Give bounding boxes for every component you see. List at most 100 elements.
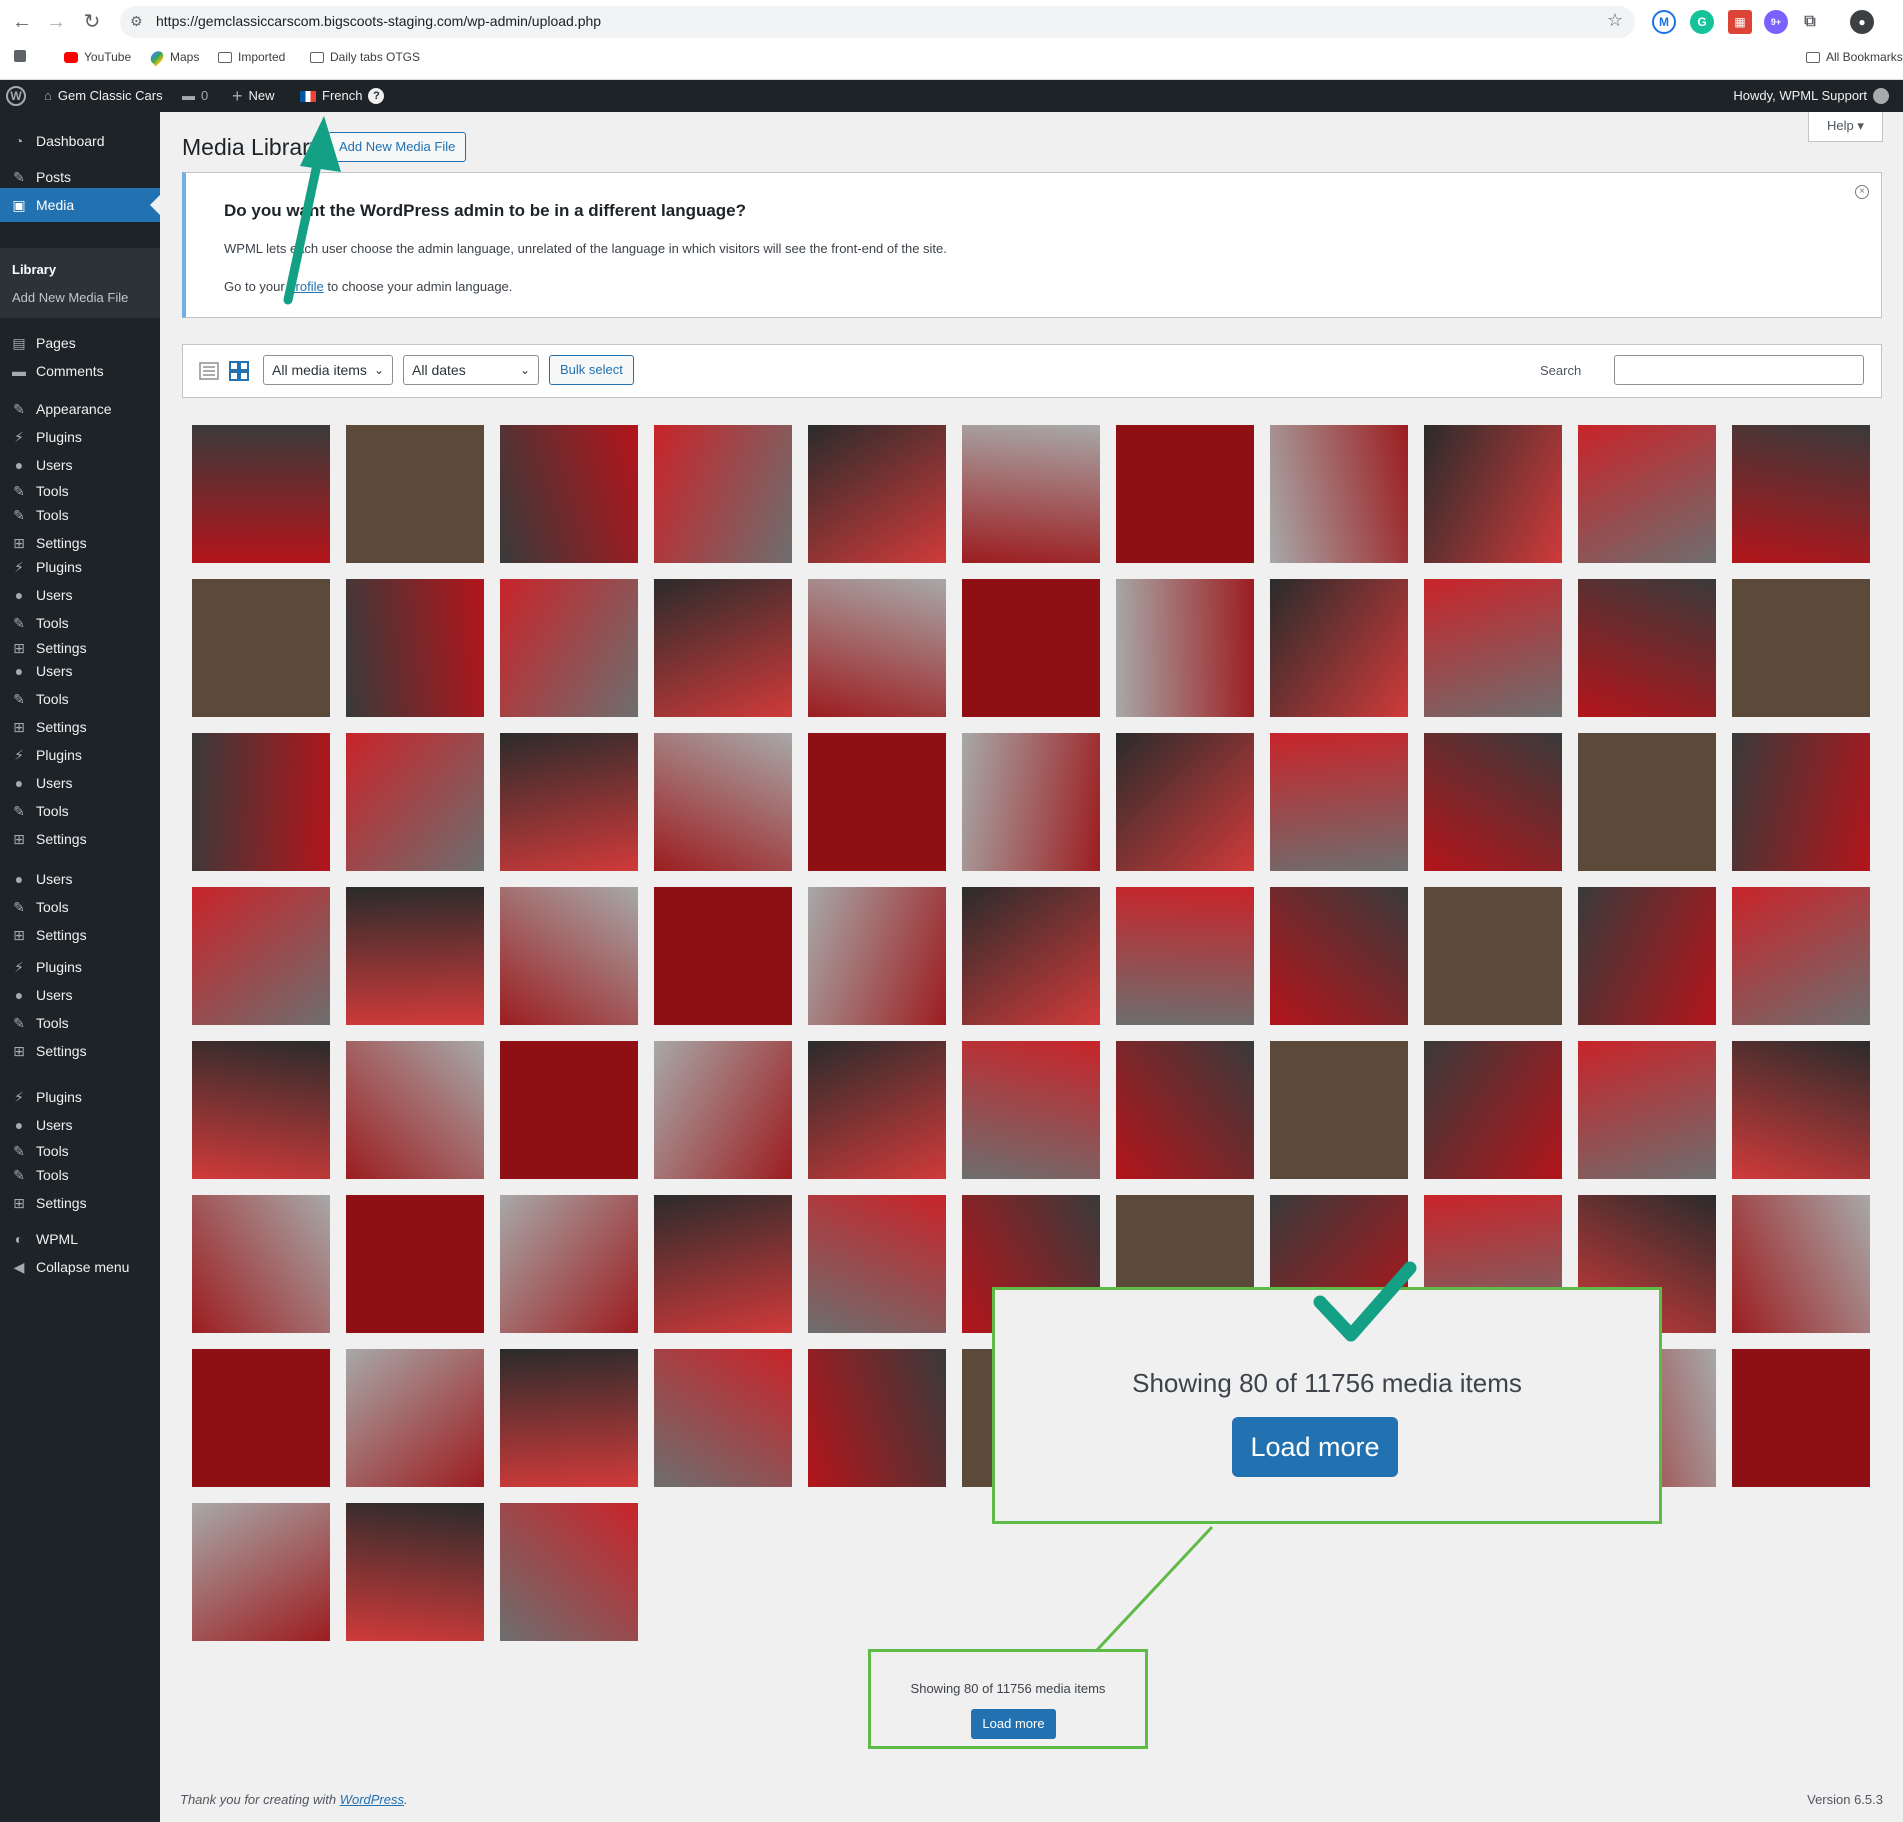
media-thumbnail[interactable] (1424, 425, 1562, 563)
media-thumbnail[interactable] (962, 579, 1100, 717)
media-thumbnail[interactable] (1270, 887, 1408, 1025)
add-new-media-button[interactable]: Add New Media File (328, 132, 467, 162)
media-thumbnail[interactable] (346, 579, 484, 717)
dismiss-icon[interactable]: × (1855, 185, 1869, 199)
media-thumbnail[interactable] (346, 1349, 484, 1487)
grid-view-icon[interactable] (229, 361, 249, 381)
media-thumbnail[interactable] (654, 887, 792, 1025)
media-thumbnail[interactable] (500, 579, 638, 717)
media-thumbnail[interactable] (808, 579, 946, 717)
media-thumbnail[interactable] (654, 579, 792, 717)
media-thumbnail[interactable] (1424, 887, 1562, 1025)
media-thumbnail[interactable] (346, 425, 484, 563)
comments-link[interactable]: ▬ 0 (182, 80, 208, 112)
sidebar-item-settings[interactable]: ⊞ Settings (0, 822, 160, 856)
media-thumbnail[interactable] (500, 1349, 638, 1487)
new-content-link[interactable]: + New (232, 80, 275, 112)
reload-icon[interactable]: ↻ (80, 10, 104, 34)
wp-logo-icon[interactable]: W (6, 80, 26, 112)
search-input[interactable] (1614, 355, 1864, 385)
extension-badge-icon[interactable]: 9+ (1764, 10, 1788, 34)
media-thumbnail[interactable] (808, 1195, 946, 1333)
sidebar-item-settings[interactable]: ⊞ Settings (0, 1186, 160, 1220)
malwarebytes-icon[interactable]: M (1652, 10, 1676, 34)
bulk-select-button[interactable]: Bulk select (549, 355, 634, 385)
media-thumbnail[interactable] (346, 1041, 484, 1179)
media-thumbnail[interactable] (1270, 1041, 1408, 1179)
media-thumbnail[interactable] (1578, 1041, 1716, 1179)
media-thumbnail[interactable] (1578, 733, 1716, 871)
media-thumbnail[interactable] (500, 1503, 638, 1641)
media-thumbnail[interactable] (1116, 579, 1254, 717)
media-thumbnail[interactable] (1116, 887, 1254, 1025)
bookmark-imported[interactable]: Imported (218, 50, 285, 64)
language-switcher[interactable]: French ? (300, 80, 385, 112)
media-thumbnail[interactable] (1732, 1041, 1870, 1179)
extensions-puzzle-icon[interactable]: ⧉ (1798, 10, 1822, 34)
media-thumbnail[interactable] (1732, 579, 1870, 717)
media-thumbnail[interactable] (500, 1041, 638, 1179)
media-thumbnail[interactable] (346, 887, 484, 1025)
date-filter[interactable]: All dates ⌄ (403, 355, 539, 385)
media-thumbnail[interactable] (808, 887, 946, 1025)
sidebar-item-media[interactable]: ▣ Media (0, 188, 160, 222)
forward-icon[interactable]: → (44, 10, 68, 34)
media-thumbnail[interactable] (192, 579, 330, 717)
sidebar-item-comments[interactable]: ▬ Comments (0, 354, 160, 388)
sidebar-item-settings[interactable]: ⊞ Settings (0, 918, 160, 952)
media-thumbnail[interactable] (1270, 579, 1408, 717)
media-thumbnail[interactable] (500, 1195, 638, 1333)
my-account-link[interactable]: Howdy, WPML Support (1733, 80, 1889, 112)
profile-avatar[interactable]: ● (1850, 10, 1874, 34)
media-thumbnail[interactable] (654, 1041, 792, 1179)
address-bar[interactable]: ⚙ https://gemclassiccarscom.bigscoots-st… (120, 6, 1635, 38)
sidebar-item-collapse-menu[interactable]: ◀ Collapse menu (0, 1250, 160, 1284)
media-thumbnail[interactable] (500, 733, 638, 871)
media-thumbnail[interactable] (1270, 733, 1408, 871)
media-thumbnail[interactable] (346, 733, 484, 871)
submenu-library[interactable]: Library (12, 262, 56, 277)
media-thumbnail[interactable] (1578, 887, 1716, 1025)
media-thumbnail[interactable] (192, 1349, 330, 1487)
media-thumbnail[interactable] (654, 1195, 792, 1333)
site-name-link[interactable]: ⌂ Gem Classic Cars (44, 80, 163, 112)
media-thumbnail[interactable] (1116, 1041, 1254, 1179)
media-thumbnail[interactable] (1424, 1041, 1562, 1179)
media-thumbnail[interactable] (346, 1503, 484, 1641)
media-thumbnail[interactable] (500, 425, 638, 563)
grammarly-icon[interactable]: G (1690, 10, 1714, 34)
bookmark-maps[interactable]: Maps (148, 48, 199, 66)
profile-link[interactable]: profile (288, 279, 323, 294)
all-bookmarks[interactable]: All Bookmarks (1806, 50, 1903, 64)
media-thumbnail[interactable] (346, 1195, 484, 1333)
media-thumbnail[interactable] (1732, 1195, 1870, 1333)
sidebar-item-settings[interactable]: ⊞ Settings (0, 1034, 160, 1068)
bookmark-daily-tabs[interactable]: Daily tabs OTGS (310, 50, 420, 64)
media-thumbnail[interactable] (192, 887, 330, 1025)
media-thumbnail[interactable] (1578, 425, 1716, 563)
media-thumbnail[interactable] (1732, 733, 1870, 871)
media-thumbnail[interactable] (654, 733, 792, 871)
media-thumbnail[interactable] (192, 1503, 330, 1641)
media-type-filter[interactable]: All media items ⌄ (263, 355, 393, 385)
media-thumbnail[interactable] (654, 425, 792, 563)
bookmark-youtube[interactable]: YouTube (64, 50, 131, 64)
media-thumbnail[interactable] (808, 1349, 946, 1487)
media-thumbnail[interactable] (192, 733, 330, 871)
media-thumbnail[interactable] (500, 887, 638, 1025)
apps-icon[interactable] (14, 50, 26, 62)
media-thumbnail[interactable] (192, 1195, 330, 1333)
media-thumbnail[interactable] (962, 887, 1100, 1025)
submenu-add-new[interactable]: Add New Media File (12, 290, 128, 305)
bookmark-star-icon[interactable]: ☆ (1607, 10, 1623, 31)
list-view-icon[interactable] (199, 361, 219, 381)
back-icon[interactable]: ← (10, 10, 34, 34)
media-thumbnail[interactable] (808, 733, 946, 871)
media-thumbnail[interactable] (1578, 579, 1716, 717)
wordpress-link[interactable]: WordPress (340, 1792, 404, 1807)
media-thumbnail[interactable] (1116, 733, 1254, 871)
media-thumbnail[interactable] (1270, 425, 1408, 563)
media-thumbnail[interactable] (1732, 425, 1870, 563)
media-thumbnail[interactable] (1732, 1349, 1870, 1487)
media-thumbnail[interactable] (808, 1041, 946, 1179)
